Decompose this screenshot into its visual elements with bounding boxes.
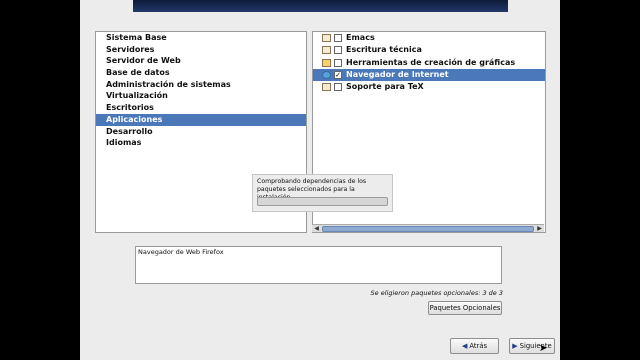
installer-window: Sistema Base Servidores Servidor de Web … (80, 0, 560, 360)
group-item-servidor-web[interactable]: Servidor de Web (96, 55, 306, 67)
header-banner (133, 0, 508, 12)
group-item-servidores[interactable]: Servidores (96, 44, 306, 56)
group-item-administracion[interactable]: Administración de sistemas (96, 79, 306, 91)
package-description: Navegador de Web Firefox (135, 246, 502, 284)
package-item-graficas[interactable]: Herramientas de creación de gráficas (313, 57, 545, 69)
dependency-check-dialog: Comprobando dependencias de los paquetes… (252, 174, 393, 212)
group-item-virtualizacion[interactable]: Virtualización (96, 90, 306, 102)
package-checkbox[interactable] (334, 58, 342, 67)
group-item-base-datos[interactable]: Base de datos (96, 67, 306, 79)
arrow-right-icon: ▶ (512, 342, 518, 350)
package-label: Navegador de Internet (346, 69, 449, 79)
book-icon (322, 46, 331, 55)
scroll-right-icon[interactable]: ▶ (536, 225, 543, 232)
group-item-aplicaciones[interactable]: Aplicaciones (96, 113, 306, 126)
package-label: Soporte para TeX (346, 82, 424, 92)
package-label: Escritura técnica (346, 45, 422, 55)
group-item-desarrollo[interactable]: Desarrollo (96, 126, 306, 138)
package-label: Herramientas de creación de gráficas (346, 57, 516, 67)
mouse-cursor-icon: ➤ (539, 343, 548, 354)
optional-packages-button[interactable]: Paquetes Opcionales (428, 301, 502, 315)
back-button[interactable]: ◀ Atrás (450, 338, 499, 354)
scroll-left-icon[interactable]: ◀ (313, 225, 320, 232)
group-item-idiomas[interactable]: Idiomas (96, 137, 306, 149)
optional-count-text: Se eligieron paquetes opcionales: 3 de 3 (370, 289, 503, 297)
graphics-icon (322, 58, 331, 67)
package-label: Emacs (346, 33, 375, 42)
arrow-left-icon: ◀ (461, 342, 468, 350)
globe-icon (322, 70, 331, 79)
package-item-tex[interactable]: Soporte para TeX (313, 81, 545, 93)
group-item-sistema-base[interactable]: Sistema Base (96, 32, 306, 44)
package-item-emacs[interactable]: Emacs (313, 32, 545, 44)
package-checkbox[interactable] (334, 34, 342, 42)
progress-bar (257, 197, 388, 206)
package-checkbox-checked[interactable]: ✓ (334, 70, 342, 79)
group-item-escritorios[interactable]: Escritorios (96, 102, 306, 114)
package-checkbox[interactable] (334, 83, 342, 92)
back-label: Atrás (469, 342, 488, 350)
package-item-navegador[interactable]: ✓ Navegador de Internet (313, 68, 545, 82)
scrollbar-thumb[interactable] (322, 226, 534, 232)
emacs-icon (322, 34, 331, 42)
package-checkbox[interactable] (334, 46, 342, 55)
book-icon (322, 83, 331, 92)
horizontal-scrollbar[interactable]: ◀ ▶ (312, 224, 544, 232)
package-item-escritura-tecnica[interactable]: Escritura técnica (313, 44, 545, 56)
